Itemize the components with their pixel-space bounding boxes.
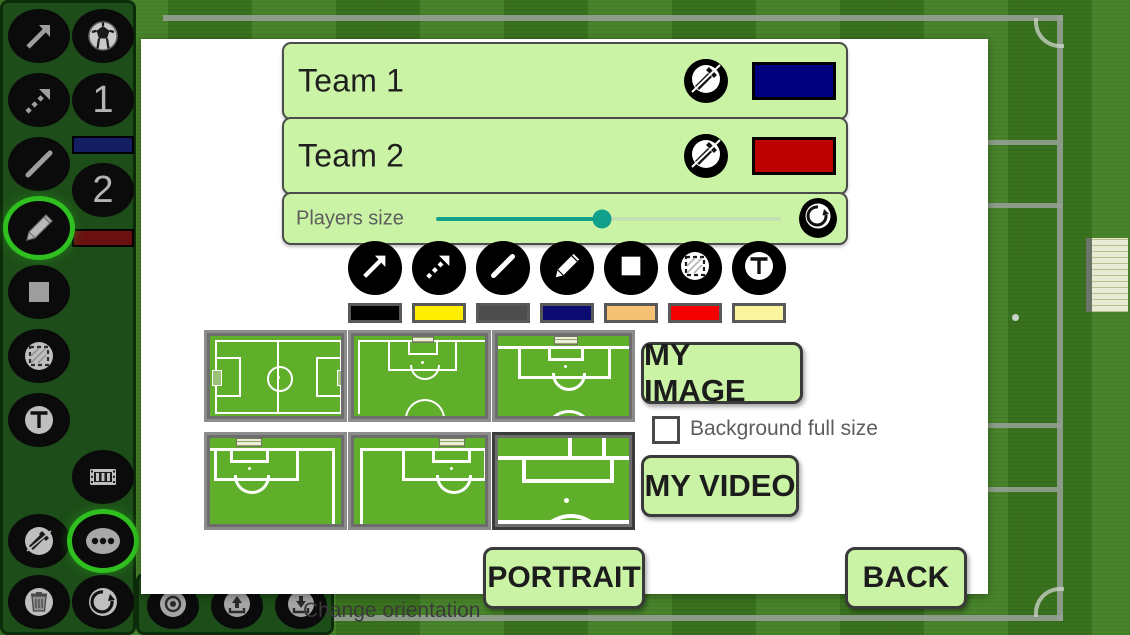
my-video-label: MY VIDEO [644, 468, 796, 503]
dashed-arrow-icon [22, 83, 56, 117]
players-size-reset-button[interactable] [799, 198, 837, 239]
background-full-size-checkbox[interactable] [652, 416, 680, 444]
filled-square-icon [24, 277, 54, 307]
team-2-name[interactable]: Team 2 [298, 138, 404, 175]
color-swatch-yellow[interactable] [412, 303, 466, 323]
team-1-name[interactable]: Team 1 [298, 63, 404, 100]
sidebar-item-film-tool[interactable] [72, 450, 134, 504]
sidebar-item-more-tool[interactable] [72, 514, 134, 568]
sidebar-item-settings-tool[interactable] [8, 514, 70, 568]
team2-color-bar[interactable] [72, 229, 134, 247]
soccer-ball-icon [86, 19, 120, 53]
sidebar-item-delete-tool[interactable] [8, 575, 70, 629]
sidebar-item-text-tool[interactable] [8, 393, 70, 447]
team-1-edit-button[interactable] [684, 58, 728, 104]
three-dots-icon [84, 526, 122, 556]
portrait-label: PORTRAIT [487, 561, 641, 594]
dialog-tool-rectangle[interactable] [604, 241, 658, 295]
players-size-slider-fill [436, 216, 602, 221]
film-strip-icon [86, 460, 120, 494]
field-preset-penalty-area-right[interactable] [348, 432, 491, 530]
color-swatch-black[interactable] [348, 303, 402, 323]
team-1-color-swatch[interactable] [752, 62, 836, 100]
change-orientation-label: Change orientation [303, 599, 481, 622]
dashed-arrow-icon [423, 250, 455, 287]
team-1-row[interactable]: Team 1 [282, 42, 848, 120]
arrow-up-right-icon [359, 250, 391, 287]
drawing-tools-toolbar[interactable]: 1 2 [0, 0, 136, 635]
players-size-label: Players size [296, 207, 404, 229]
my-image-label: MY IMAGE [644, 337, 746, 408]
field-preset-attacking-third-right[interactable] [492, 330, 635, 422]
hammer-wrench-icon [686, 58, 726, 104]
field-preset-full-pitch[interactable] [204, 330, 347, 422]
sidebar-item-line-tool[interactable] [8, 137, 70, 191]
color-swatch-navy[interactable] [540, 303, 594, 323]
reset-circle-arrow-icon [86, 585, 120, 619]
dashed-square-icon [22, 339, 56, 373]
goal-net-icon [1086, 238, 1128, 312]
field-line-top [163, 15, 1063, 21]
hammer-wrench-icon [22, 524, 56, 558]
field-preset-thumb [210, 336, 341, 416]
dialog-tool-text[interactable] [732, 241, 786, 295]
color-swatch-tan[interactable] [604, 303, 658, 323]
field-preset-thumb [354, 438, 485, 524]
sidebar-item-arrow-tool[interactable] [8, 9, 70, 63]
color-swatch-red[interactable] [668, 303, 722, 323]
background-full-size-label[interactable]: Background full size [690, 417, 878, 441]
players-size-slider-thumb[interactable] [592, 209, 612, 228]
color-swatch-light-yellow[interactable] [732, 303, 786, 323]
sidebar-item-team1-player-tool[interactable]: 1 [72, 73, 134, 127]
penalty-spot [1012, 314, 1019, 321]
sidebar-item-label: 2 [92, 169, 114, 211]
field-preset-goal-area-zoom[interactable] [492, 432, 635, 530]
text-t-icon [742, 249, 776, 288]
team1-color-bar[interactable] [72, 136, 134, 154]
field-preset-thumb [498, 438, 629, 524]
back-label: BACK [862, 561, 950, 594]
line-icon [22, 147, 56, 181]
my-image-button[interactable]: MY IMAGE [641, 337, 803, 408]
my-video-button[interactable]: MY VIDEO [641, 455, 799, 517]
sidebar-item-pencil-tool[interactable] [8, 201, 70, 255]
sidebar-item-dashed-arrow-tool[interactable] [8, 73, 70, 127]
pencil-icon [23, 212, 55, 244]
field-corner-arc-top [1034, 18, 1064, 48]
field-preset-penalty-area-left[interactable] [204, 432, 347, 530]
dialog-tool-arrow[interactable] [348, 241, 402, 295]
players-size-row[interactable]: Players size [282, 192, 848, 245]
sidebar-item-label: 1 [92, 79, 114, 121]
team-2-row[interactable]: Team 2 [282, 117, 848, 195]
color-swatch-gray[interactable] [476, 303, 530, 323]
dialog-tool-line[interactable] [476, 241, 530, 295]
reset-circle-arrow-icon [800, 198, 836, 239]
pencil-icon [552, 251, 582, 286]
line-icon [487, 250, 519, 287]
trash-icon [22, 585, 56, 619]
sidebar-item-reset-tool[interactable] [72, 575, 134, 629]
field-corner-arc-bottom [1034, 587, 1064, 617]
team-2-color-swatch[interactable] [752, 137, 836, 175]
sidebar-item-ball-tool[interactable] [72, 9, 134, 63]
portrait-button[interactable]: PORTRAIT [483, 547, 645, 609]
sidebar-item-team2-player-tool[interactable]: 2 [72, 163, 134, 217]
team-2-edit-button[interactable] [684, 133, 728, 179]
text-t-icon [22, 403, 56, 437]
field-preset-thumb [210, 438, 341, 524]
sidebar-item-zone-tool[interactable] [8, 329, 70, 383]
sidebar-item-rectangle-tool[interactable] [8, 265, 70, 319]
dialog-tool-zone[interactable] [668, 241, 722, 295]
filled-square-icon [617, 252, 645, 285]
back-button[interactable]: BACK [845, 547, 967, 609]
dialog-tool-dashed-arrow[interactable] [412, 241, 466, 295]
field-preset-thumb [354, 336, 485, 416]
dialog-tool-pencil[interactable] [540, 241, 594, 295]
hammer-wrench-icon [686, 133, 726, 179]
dashed-square-icon [678, 249, 712, 288]
field-preset-thumb [498, 336, 629, 416]
arrow-up-right-icon [22, 19, 56, 53]
settings-dialog: Team 1 Team 2 Players size MY IMAGE Back… [141, 39, 988, 622]
field-preset-half-pitch-top[interactable] [348, 330, 491, 422]
